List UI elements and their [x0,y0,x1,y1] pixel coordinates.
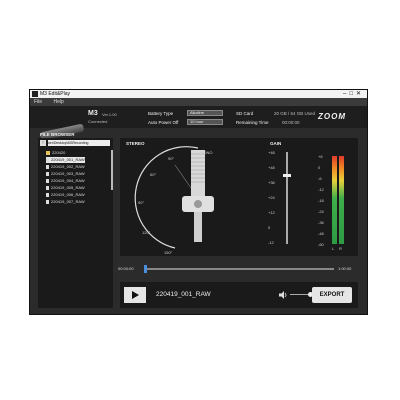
file-list-item[interactable]: 220419_003_RAW [46,171,85,177]
file-name: 220419_003_RAW [51,171,85,176]
file-name: 220419_007_RAW [51,199,85,204]
window-title: M3 Edit&Play [40,91,71,97]
gain-tick-label: -12 [268,240,274,245]
meter-tick-label: -24 [318,209,324,214]
menu-help[interactable]: Help [53,99,63,105]
gain-tick-label: +48 [268,150,275,155]
gain-tick-label: 0 [268,225,271,230]
angle-label-150: 150° [164,250,173,255]
angle-mono-label: MONO [200,150,213,155]
file-icon [46,192,49,197]
menu-file[interactable]: File [34,99,42,105]
file-icon [46,171,49,176]
player-bar: 220419_001_RAW EXPORT [120,282,358,308]
meter-label-right: R [339,246,342,251]
battery-type-label: Battery Type [148,111,174,116]
menu-bar: File Help [30,98,367,106]
folder-icon [46,150,50,155]
file-list-item[interactable]: 220419_001_RAW [46,157,85,163]
file-name: 220420 [52,150,66,155]
close-icon[interactable]: ✕ [356,91,364,97]
path-field[interactable]: ser\Desktop\M3Recording [48,140,110,146]
meter-tick-label: -60 [318,242,324,247]
file-list-item[interactable]: 220419_006_RAW [46,192,85,198]
angle-label-90-top: 90° [168,156,175,161]
current-file-name: 220419_001_RAW [156,291,211,298]
file-list-item[interactable]: 220419_005_RAW [46,185,85,191]
timeline-scrubber-track[interactable] [144,268,334,270]
gain-slider-track[interactable] [286,152,288,244]
angle-label-60: 60° [150,172,157,177]
timeline: 00:00:00 1:00:00 [118,264,358,274]
folder-up-icon[interactable]: ↑ [40,140,46,146]
title-bar: M3 Edit&Play –□✕ [30,90,367,98]
meter-tick-label: -6 [318,176,322,181]
app-window: M3 Edit&Play –□✕ File Help M3 Ver.1.00 C… [29,89,368,315]
file-name: 220419_006_RAW [51,192,85,197]
file-list-scrollbar[interactable] [111,150,113,190]
file-name: 220419_002_RAW [51,164,85,169]
angle-label-90: 90° [138,200,145,205]
gain-tick-label: +24 [268,195,275,200]
export-button[interactable]: EXPORT [312,287,352,303]
file-list-item[interactable]: 220419_002_RAW [46,164,85,170]
meter-tick-label: -18 [318,198,324,203]
file-name: 220419_004_RAW [51,178,85,183]
device-header: M3 Ver.1.00 Connected Battery Type Alkal… [30,106,367,141]
meter-tick-label: -48 [318,231,324,236]
gain-slider-thumb[interactable] [283,174,291,178]
gain-tick-label: +48 [268,165,275,170]
file-icon [46,164,49,169]
meter-tick-label: +6 [318,154,323,159]
file-icon [46,178,49,183]
meter-tick-label: -12 [318,187,324,192]
mic-settings-panel: STEREO GAIN MONO 90° 60° 90° 120° 150° +… [120,138,358,256]
file-list-item[interactable]: 220420 [46,150,65,156]
level-meter-left [332,156,337,244]
device-version: Ver.1.00 [102,112,117,117]
window-controls: –□✕ [343,90,364,98]
file-icon [46,157,49,162]
level-meter-right [339,156,344,244]
meter-tick-label: -36 [318,220,324,225]
sd-card-label: SD Card [236,111,254,116]
meter-label-left: L [332,246,335,251]
remaining-time-label: Remaining Time [236,120,269,125]
file-browser-title: FILE BROWSER [40,132,75,137]
page-root: { "window": { "title": "M3 Edit&Play" },… [0,0,400,400]
sd-card-value: 20 GB / 64 GB Used [274,111,316,116]
zoom-logo: ZOOM [318,112,346,121]
app-icon [32,91,38,97]
file-icon [46,199,49,204]
gain-tick-label: +36 [268,180,275,185]
meter-tick-label: 0 [318,165,321,170]
auto-power-off-label: Auto Power Off [148,120,179,125]
device-status: Connected [88,119,108,124]
timeline-end-time: 1:00:00 [338,266,352,271]
file-list-item[interactable]: 220419_007_RAW [46,199,85,205]
file-browser-panel: ↑ ser\Desktop\M3Recording 220420 220419_0… [38,138,113,308]
file-name: 220419_005_RAW [51,185,85,190]
device-model: M3 [88,110,98,117]
maximize-icon[interactable]: □ [349,91,356,97]
file-list-item[interactable]: 220419_004_RAW [46,178,85,184]
angle-label-120: 120° [142,230,151,235]
timeline-playhead[interactable] [144,265,147,273]
play-icon [132,291,139,299]
remaining-time-value: 00:00:00 [282,120,300,125]
gain-tick-label: +12 [268,210,275,215]
play-button[interactable] [124,287,146,303]
speaker-icon[interactable] [278,290,288,300]
auto-power-off-select[interactable]: 10 hour [187,119,223,125]
timeline-start-time: 00:00:00 [118,266,134,271]
file-name: 220419_001_RAW [51,157,85,162]
file-icon [46,185,49,190]
battery-type-select[interactable]: Alkaline [187,110,223,116]
